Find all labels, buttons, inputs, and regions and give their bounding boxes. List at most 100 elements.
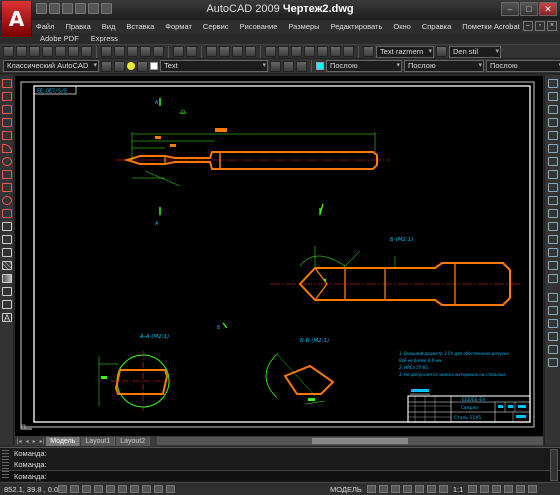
mirror-icon[interactable] [548, 105, 558, 114]
tool-panel-icon[interactable] [548, 358, 558, 367]
arc-icon[interactable] [2, 144, 12, 153]
properties-panel-icon[interactable] [548, 306, 558, 315]
rectangle-icon[interactable] [2, 131, 12, 140]
text-panel-icon[interactable] [548, 345, 558, 354]
pan-icon[interactable] [206, 46, 217, 57]
tab-first-icon[interactable]: |◂ [15, 438, 24, 445]
array-icon[interactable] [548, 131, 558, 140]
minimize-button[interactable]: – [501, 2, 519, 16]
break-icon[interactable] [548, 222, 558, 231]
text-style-select[interactable]: Text razmern [376, 45, 434, 58]
cut-icon[interactable] [101, 46, 112, 57]
table-icon[interactable] [2, 300, 12, 309]
doc-restore-button[interactable]: ▫ [535, 21, 545, 31]
design-center-icon[interactable] [278, 46, 289, 57]
menu-item-adobe-pdf[interactable]: Adobe PDF [40, 34, 79, 43]
workspace-switching-icon[interactable] [492, 485, 502, 493]
zoom-icon[interactable] [402, 485, 412, 493]
zoom-previous-icon[interactable] [245, 46, 256, 57]
tab-prev-icon[interactable]: ◂ [24, 438, 31, 445]
layer-previous-icon[interactable] [283, 60, 294, 72]
tab-next-icon[interactable]: ▸ [31, 438, 38, 445]
copy-icon[interactable] [114, 46, 125, 57]
menu-item-express[interactable]: Express [91, 34, 118, 43]
paste-icon[interactable] [127, 46, 138, 57]
ellipse-icon[interactable] [2, 196, 12, 205]
ducs-icon[interactable] [130, 485, 139, 493]
circle-icon[interactable] [2, 157, 12, 166]
menu-item-window[interactable]: Окно [389, 22, 417, 31]
drawing-canvas[interactable]: ЕЕ-ОЕ7/5/Е А А Б (М2:1) A-A (M2:1) Б-Б (… [15, 76, 543, 436]
quick-view-drawings-icon[interactable] [378, 485, 388, 493]
join-icon[interactable] [548, 235, 558, 244]
publish-icon[interactable] [81, 46, 92, 57]
showmotion-icon[interactable] [426, 485, 436, 493]
stretch-icon[interactable] [548, 183, 558, 192]
make-current-icon[interactable] [270, 60, 281, 72]
toolbar-lock-icon[interactable] [504, 485, 514, 493]
menu-item-acrobat[interactable]: Пометки Acrobat [458, 22, 526, 31]
construction-line-icon[interactable] [2, 92, 12, 101]
steering-wheel-icon[interactable] [414, 485, 424, 493]
new-icon[interactable] [3, 46, 14, 57]
help-icon[interactable] [343, 46, 354, 57]
tab-model[interactable]: Модель [46, 436, 81, 446]
quick-view-layouts-icon[interactable] [366, 485, 376, 493]
menu-item-modify[interactable]: Редактировать [327, 22, 390, 31]
multiline-text-icon[interactable]: A [2, 313, 12, 323]
menu-item-help[interactable]: Справка [418, 22, 458, 31]
layer-freeze-icon[interactable] [137, 60, 148, 72]
layer-on-icon[interactable] [127, 62, 135, 70]
annotation-scale-select[interactable]: 1:1 [451, 485, 465, 494]
tool-palettes-icon[interactable] [291, 46, 302, 57]
erase-icon[interactable] [548, 79, 558, 88]
zoom-window-icon[interactable] [232, 46, 243, 57]
line-icon[interactable] [2, 79, 12, 88]
extend-icon[interactable] [548, 209, 558, 218]
lineweight-select[interactable]: Послою [486, 60, 560, 72]
menu-item-file[interactable]: Файл [32, 22, 61, 31]
layer-select[interactable]: Text [160, 60, 268, 72]
undo-icon[interactable] [173, 46, 184, 57]
horizontal-scrollbar[interactable] [157, 437, 543, 445]
point-icon[interactable] [2, 248, 12, 257]
hatch-icon[interactable] [2, 261, 12, 270]
qp-icon[interactable] [166, 485, 175, 493]
trim-icon[interactable] [548, 196, 558, 205]
explode-icon[interactable] [548, 274, 558, 283]
properties-icon[interactable] [265, 46, 276, 57]
chamfer-icon[interactable] [548, 248, 558, 257]
revision-cloud-icon[interactable] [2, 170, 12, 179]
maximize-button[interactable]: □ [520, 2, 538, 16]
menu-item-dimension[interactable]: Размеры [284, 22, 326, 31]
coordinates-readout[interactable]: 852.1, 39.8 , 0.0 [0, 485, 58, 494]
block-editor-icon[interactable] [153, 46, 164, 57]
annotation-visibility-icon[interactable] [468, 485, 478, 493]
layer-states-icon[interactable] [296, 60, 307, 72]
scale-icon[interactable] [548, 170, 558, 179]
doc-minimize-button[interactable]: – [523, 21, 533, 31]
quickcalc-icon[interactable] [330, 46, 341, 57]
print-icon[interactable] [55, 46, 66, 57]
polygon-icon[interactable] [2, 118, 12, 127]
dyn-icon[interactable] [142, 485, 151, 493]
spline-icon[interactable] [2, 183, 12, 192]
preview-icon[interactable] [68, 46, 79, 57]
snap-icon[interactable] [58, 485, 67, 493]
command-grip-handle[interactable] [2, 450, 9, 480]
menu-item-edit[interactable]: Правка [61, 22, 97, 31]
sheet-set-icon[interactable] [304, 46, 315, 57]
offset-icon[interactable] [548, 118, 558, 127]
region-icon[interactable] [2, 287, 12, 296]
model-space-toggle[interactable]: МОДЕЛЬ [328, 485, 364, 494]
markup-icon[interactable] [317, 46, 328, 57]
polar-icon[interactable] [94, 485, 103, 493]
match-properties-icon[interactable] [140, 46, 151, 57]
copy-object-icon[interactable] [548, 92, 558, 101]
make-block-icon[interactable] [2, 235, 12, 244]
open-icon[interactable] [29, 46, 40, 57]
redo-icon[interactable] [186, 46, 197, 57]
lwt-icon[interactable] [154, 485, 163, 493]
linetype-select[interactable]: Послою [404, 60, 484, 72]
tab-last-icon[interactable]: ▸| [38, 438, 47, 445]
